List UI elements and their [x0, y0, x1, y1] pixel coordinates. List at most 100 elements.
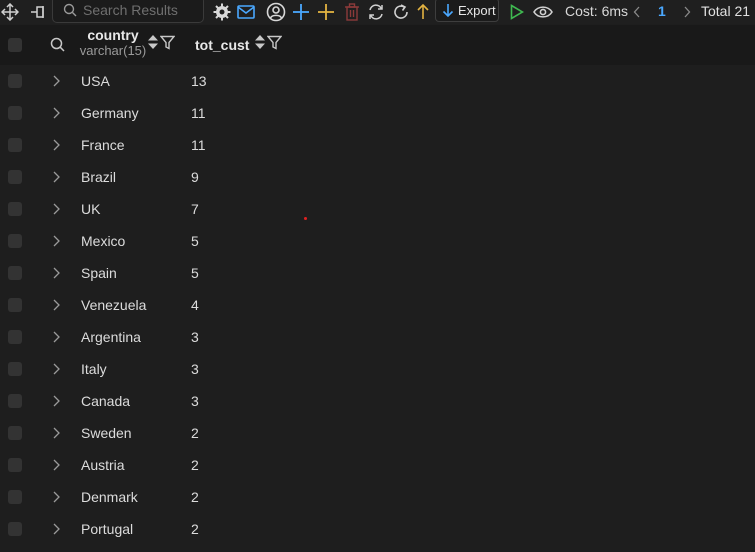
filter-icon[interactable]	[160, 35, 175, 50]
search-icon	[63, 3, 77, 17]
add-row-icon[interactable]	[291, 0, 311, 24]
row-checkbox[interactable]	[8, 106, 22, 120]
expand-chevron-icon[interactable]	[49, 490, 63, 504]
cell-country: Venezuela	[81, 297, 147, 313]
pin-icon[interactable]	[28, 0, 48, 24]
row-checkbox[interactable]	[8, 522, 22, 536]
row-checkbox[interactable]	[8, 266, 22, 280]
table-row[interactable]: Sweden 2	[0, 417, 755, 449]
cell-country: Sweden	[81, 425, 132, 441]
view-icon[interactable]	[532, 0, 554, 24]
column-search-icon[interactable]	[50, 37, 65, 52]
export-button[interactable]: Export	[435, 0, 499, 22]
sort-icon[interactable]	[254, 34, 266, 50]
expand-chevron-icon[interactable]	[49, 138, 63, 152]
refresh-icon[interactable]	[391, 0, 411, 24]
sort-icon[interactable]	[147, 34, 159, 50]
expand-chevron-icon[interactable]	[49, 202, 63, 216]
expand-chevron-icon[interactable]	[49, 298, 63, 312]
cell-country: UK	[81, 201, 101, 217]
current-page[interactable]: 1	[658, 3, 666, 19]
cell-tot-cust: 2	[191, 521, 199, 537]
table-row[interactable]: Germany 11	[0, 97, 755, 129]
table-row[interactable]: France 11	[0, 129, 755, 161]
column-header-country[interactable]: country varchar(15)	[78, 27, 148, 58]
row-checkbox[interactable]	[8, 138, 22, 152]
filter-icon[interactable]	[267, 35, 282, 50]
cell-tot-cust: 3	[191, 393, 199, 409]
expand-chevron-icon[interactable]	[49, 458, 63, 472]
cell-tot-cust: 3	[191, 361, 199, 377]
cell-country: Spain	[81, 265, 117, 281]
cell-tot-cust: 9	[191, 169, 199, 185]
row-checkbox[interactable]	[8, 362, 22, 376]
table-row[interactable]: UK 7	[0, 193, 755, 225]
expand-chevron-icon[interactable]	[49, 74, 63, 88]
cell-country: Austria	[81, 457, 125, 473]
cell-tot-cust: 7	[191, 201, 199, 217]
cell-tot-cust: 3	[191, 329, 199, 345]
expand-chevron-icon[interactable]	[49, 170, 63, 184]
table-row[interactable]: Mexico 5	[0, 225, 755, 257]
table-row[interactable]: Brazil 9	[0, 161, 755, 193]
expand-chevron-icon[interactable]	[49, 362, 63, 376]
add-column-icon[interactable]	[316, 0, 336, 24]
expand-chevron-icon[interactable]	[49, 522, 63, 536]
upload-icon[interactable]	[414, 0, 432, 24]
row-checkbox[interactable]	[8, 298, 22, 312]
column-type: varchar(15)	[79, 43, 147, 58]
row-checkbox[interactable]	[8, 74, 22, 88]
user-icon[interactable]	[265, 0, 287, 24]
row-checkbox[interactable]	[8, 394, 22, 408]
next-page-icon[interactable]	[681, 0, 693, 24]
row-checkbox[interactable]	[8, 490, 22, 504]
expand-chevron-icon[interactable]	[49, 106, 63, 120]
row-checkbox[interactable]	[8, 202, 22, 216]
move-icon[interactable]	[0, 0, 20, 24]
table-row[interactable]: Canada 3	[0, 385, 755, 417]
table-row[interactable]: Venezuela 4	[0, 289, 755, 321]
cell-tot-cust: 2	[191, 457, 199, 473]
total-count: Total 21	[701, 3, 751, 19]
column-name: country	[87, 27, 139, 43]
sync-icon[interactable]	[366, 0, 386, 24]
expand-chevron-icon[interactable]	[49, 266, 63, 280]
cell-country: France	[81, 137, 125, 153]
cell-tot-cust: 11	[191, 105, 206, 121]
expand-chevron-icon[interactable]	[49, 394, 63, 408]
table-row[interactable]: Italy 3	[0, 353, 755, 385]
delete-icon[interactable]	[342, 0, 362, 24]
expand-chevron-icon[interactable]	[49, 234, 63, 248]
cell-country: Germany	[81, 105, 139, 121]
tot-cust-sort-filter	[254, 34, 282, 50]
table-row[interactable]: Argentina 3	[0, 321, 755, 353]
row-checkbox[interactable]	[8, 170, 22, 184]
row-checkbox[interactable]	[8, 234, 22, 248]
mail-icon[interactable]	[236, 0, 256, 24]
prev-page-icon[interactable]	[631, 0, 643, 24]
row-checkbox[interactable]	[8, 426, 22, 440]
table-row[interactable]: Portugal 2	[0, 513, 755, 545]
cell-country: Mexico	[81, 233, 126, 249]
settings-icon[interactable]	[212, 0, 232, 24]
search-results-input[interactable]	[83, 1, 203, 18]
column-header-tot-cust[interactable]: tot_cust	[195, 37, 249, 53]
expand-chevron-icon[interactable]	[49, 426, 63, 440]
query-cost: Cost: 6ms	[565, 3, 629, 19]
export-label: Export	[458, 2, 496, 18]
table-row[interactable]: Denmark 2	[0, 481, 755, 513]
cell-country: Canada	[81, 393, 131, 409]
country-sort-filter	[147, 34, 175, 50]
cell-country: Denmark	[81, 489, 138, 505]
cell-tot-cust: 5	[191, 233, 199, 249]
mouse-cursor-dot	[304, 217, 307, 220]
select-all-checkbox[interactable]	[8, 38, 22, 52]
table-row[interactable]: USA 13	[0, 65, 755, 97]
row-checkbox[interactable]	[8, 330, 22, 344]
cell-tot-cust: 5	[191, 265, 199, 281]
row-checkbox[interactable]	[8, 458, 22, 472]
table-row[interactable]: Spain 5	[0, 257, 755, 289]
expand-chevron-icon[interactable]	[49, 330, 63, 344]
run-icon[interactable]	[508, 0, 526, 24]
table-row[interactable]: Austria 2	[0, 449, 755, 481]
